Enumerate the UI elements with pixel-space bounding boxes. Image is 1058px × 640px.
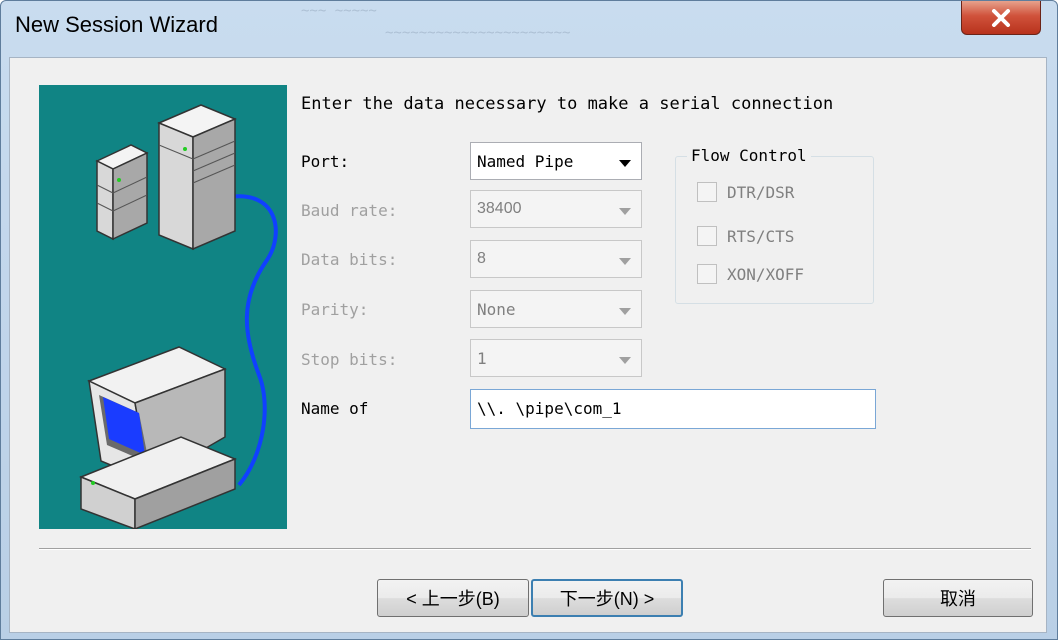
port-dropdown[interactable]: Named Pipe (470, 142, 642, 180)
baud-rate-dropdown[interactable]: 38400 (470, 190, 642, 228)
baud-rate-value: 38400 (477, 200, 522, 217)
window-title: New Session Wizard (15, 12, 218, 37)
pipe-name-value: \\. \pipe\com_1 (477, 399, 622, 418)
baud-rate-label: Baud rate: (301, 201, 398, 220)
parity-label: Parity: (301, 300, 369, 319)
chevron-down-icon (619, 357, 631, 364)
xon-xoff-checkbox[interactable] (697, 264, 717, 284)
chevron-down-icon (619, 308, 631, 315)
rts-cts-checkbox[interactable] (697, 226, 717, 246)
parity-value: None (477, 300, 516, 319)
stop-bits-value: 1 (477, 349, 487, 368)
dtr-dsr-checkbox[interactable] (697, 182, 717, 202)
cancel-button[interactable]: 取消 (883, 579, 1033, 617)
data-bits-value: 8 (477, 250, 486, 267)
close-button[interactable] (961, 1, 1041, 35)
instruction-text: Enter the data necessary to make a seria… (301, 94, 834, 114)
xon-xoff-label: XON/XOFF (727, 265, 805, 284)
back-button[interactable]: < 上一步(B) (377, 579, 529, 617)
flow-control-title: Flow Control (687, 146, 811, 165)
dtr-dsr-label: DTR/DSR (727, 183, 795, 202)
servers-and-computer-illustration (39, 85, 287, 529)
background-ghost-text: ~~~ ~~~~~ (301, 3, 377, 19)
port-value: Named Pipe (477, 152, 574, 171)
data-bits-dropdown[interactable]: 8 (470, 240, 642, 278)
name-of-label: Name of (301, 399, 369, 418)
pipe-name-input[interactable]: \\. \pipe\com_1 (470, 389, 876, 429)
parity-dropdown[interactable]: None (470, 290, 642, 328)
title-bar[interactable]: ~~~ ~~~~~ ~~~~~~~~~~~~~~~~~~~~~~ New Ses… (1, 1, 1057, 51)
stop-bits-dropdown[interactable]: 1 (470, 339, 642, 377)
chevron-down-icon (619, 258, 631, 265)
chevron-down-icon (619, 160, 631, 167)
rts-cts-label: RTS/CTS (727, 227, 795, 246)
background-ghost-text: ~~~~~~~~~~~~~~~~~~~~~~ (385, 25, 571, 41)
separator (39, 548, 1031, 550)
wizard-window: ~~~ ~~~~~ ~~~~~~~~~~~~~~~~~~~~~~ New Ses… (0, 0, 1058, 640)
next-button[interactable]: 下一步(N) > (531, 579, 683, 617)
data-bits-label: Data bits: (301, 250, 398, 269)
chevron-down-icon (619, 208, 631, 215)
close-icon (992, 8, 1010, 27)
port-label: Port: (301, 152, 350, 171)
stop-bits-label: Stop bits: (301, 350, 398, 369)
